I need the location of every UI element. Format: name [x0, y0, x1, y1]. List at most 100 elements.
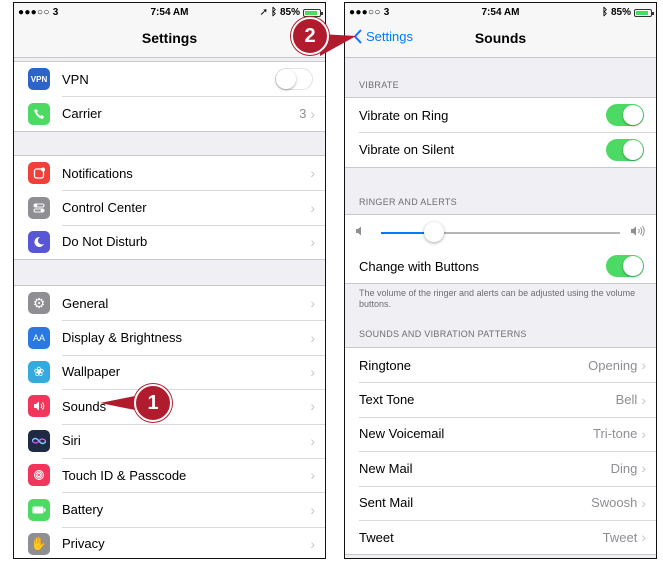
pattern-row-ringtone[interactable]: Ringtone Opening › — [345, 348, 656, 382]
display-icon: AA — [28, 326, 50, 349]
settings-row-battery[interactable]: Battery › — [14, 492, 325, 526]
ringer-group: Change with Buttons — [345, 214, 656, 285]
settings-row-wallpaper[interactable]: ❀ Wallpaper › — [14, 354, 325, 389]
nav-bar: Settings — [14, 21, 325, 58]
status-bar: ●●●○○ 3 7:54 AM ᛒ 85% — [345, 3, 656, 21]
chevron-right-icon: › — [641, 425, 646, 442]
row-label: Text Tone — [359, 392, 415, 408]
control-center-icon — [28, 196, 50, 219]
settings-row-control-center[interactable]: Control Center › — [14, 190, 325, 224]
chevron-right-icon: › — [310, 199, 315, 216]
pattern-row-new-mail[interactable]: New Mail Ding › — [345, 451, 656, 485]
row-value: Opening — [588, 357, 638, 373]
row-value: Tweet — [602, 529, 638, 545]
battery-percent: 85% — [279, 7, 300, 18]
volume-high-icon — [631, 225, 645, 237]
vpn-toggle[interactable] — [275, 68, 313, 91]
ringer-volume-slider[interactable] — [345, 215, 656, 249]
settings-row-display[interactable]: AA Display & Brightness › — [14, 320, 325, 354]
change-with-buttons-toggle[interactable] — [606, 255, 644, 278]
callout-badge-1: 1 — [134, 384, 172, 422]
chevron-right-icon: › — [641, 391, 646, 408]
carrier-value: 3 — [299, 106, 307, 122]
row-label: Vibrate on Silent — [359, 142, 455, 158]
vibrate-on-ring-toggle[interactable] — [606, 104, 644, 127]
settings-row-privacy[interactable]: ✋ Privacy › — [14, 526, 325, 558]
patterns-group: Ringtone Opening › Text Tone Bell › New … — [345, 347, 656, 556]
chevron-right-icon: › — [310, 233, 315, 250]
settings-row-siri[interactable]: Siri › — [14, 423, 325, 458]
chevron-right-icon: › — [310, 467, 315, 484]
chevron-right-icon: › — [310, 295, 315, 312]
chevron-right-icon: › — [641, 494, 646, 511]
page-title: Settings — [141, 30, 198, 46]
hand-icon: ✋ — [28, 532, 50, 555]
chevron-right-icon: › — [310, 363, 315, 380]
section-header-ringer: RINGER AND ALERTS — [359, 197, 457, 207]
row-value: Swoosh — [591, 495, 638, 511]
settings-row-do-not-disturb[interactable]: Do Not Disturb › — [14, 224, 325, 259]
row-label: Tweet — [359, 529, 394, 545]
row-value: Bell — [615, 392, 638, 408]
row-value: Ding — [610, 460, 638, 476]
row-label: Siri — [62, 433, 81, 449]
pattern-row-tweet[interactable]: Tweet Tweet › — [345, 519, 656, 554]
row-label: Wallpaper — [62, 364, 121, 380]
row-label: Touch ID & Passcode — [62, 467, 187, 483]
chevron-right-icon: › — [641, 529, 646, 546]
slider-track — [381, 222, 620, 242]
speaker-icon — [28, 395, 50, 418]
row-label: New Voicemail — [359, 426, 445, 442]
notifications-icon — [28, 162, 50, 185]
vibrate-on-silent-toggle[interactable] — [606, 138, 644, 161]
pattern-row-sent-mail[interactable]: Sent Mail Swoosh › — [345, 485, 656, 520]
chevron-right-icon: › — [310, 535, 315, 552]
vibrate-on-silent-row: Vibrate on Silent — [345, 132, 656, 166]
battery-icon — [28, 498, 50, 521]
row-label: Battery — [62, 502, 104, 518]
vibrate-on-ring-row: Vibrate on Ring — [345, 98, 656, 132]
phone-icon — [28, 102, 50, 125]
pattern-row-new-voicemail[interactable]: New Voicemail Tri-tone › — [345, 416, 656, 451]
row-label: Display & Brightness — [62, 330, 182, 346]
settings-group-network: VPN VPN Carrier 3 › — [14, 61, 325, 132]
row-label: Ringtone — [359, 357, 412, 373]
row-label: Vibrate on Ring — [359, 107, 449, 123]
wallpaper-icon: ❀ — [28, 360, 50, 383]
slider-thumb[interactable] — [423, 222, 444, 242]
chevron-right-icon: › — [310, 398, 315, 415]
row-label: Control Center — [62, 200, 147, 216]
chevron-right-icon: › — [310, 432, 315, 449]
battery-percent: 85% — [610, 7, 631, 18]
chevron-right-icon: › — [641, 357, 646, 374]
settings-row-notifications[interactable]: Notifications › — [14, 156, 325, 190]
moon-icon — [28, 230, 50, 253]
volume-low-icon — [356, 226, 361, 236]
settings-row-general[interactable]: ⚙ General › — [14, 286, 325, 320]
gear-icon: ⚙ — [28, 292, 50, 315]
vpn-icon: VPN — [28, 68, 50, 91]
row-label: Notifications — [62, 165, 133, 181]
row-label: Carrier — [62, 106, 102, 122]
chevron-right-icon: › — [310, 165, 315, 182]
settings-row-touch-id[interactable]: Touch ID & Passcode › — [14, 457, 325, 492]
pattern-row-text-tone[interactable]: Text Tone Bell › — [345, 382, 656, 416]
settings-row-carrier[interactable]: Carrier 3 › — [14, 96, 325, 130]
section-header-vibrate: VIBRATE — [359, 80, 399, 90]
row-value: Tri-tone — [593, 426, 638, 442]
settings-group-system: Notifications › Control Center › Do Not … — [14, 155, 325, 261]
section-header-patterns: SOUNDS AND VIBRATION PATTERNS — [359, 329, 527, 339]
chevron-right-icon: › — [310, 329, 315, 346]
bluetooth-icon: ᛒ — [601, 7, 608, 18]
nav-bar: Settings Sounds — [345, 21, 656, 58]
vibrate-group: Vibrate on Ring Vibrate on Silent — [345, 97, 656, 168]
ringer-footer-note: The volume of the ringer and alerts can … — [359, 288, 636, 309]
battery-status-icon — [303, 8, 323, 17]
sounds-screen: ●●●○○ 3 7:54 AM ᛒ 85% Settings Sounds VI… — [344, 2, 657, 559]
settings-row-vpn[interactable]: VPN VPN — [14, 62, 325, 96]
row-label: Privacy — [62, 536, 105, 552]
location-icon: ➚ — [259, 7, 268, 18]
settings-screen: ●●●○○ 3 7:54 AM ➚ ᛒ 85% Settings VPN VPN… — [13, 2, 326, 559]
status-bar: ●●●○○ 3 7:54 AM ➚ ᛒ 85% — [14, 3, 325, 21]
fingerprint-icon — [28, 464, 50, 487]
